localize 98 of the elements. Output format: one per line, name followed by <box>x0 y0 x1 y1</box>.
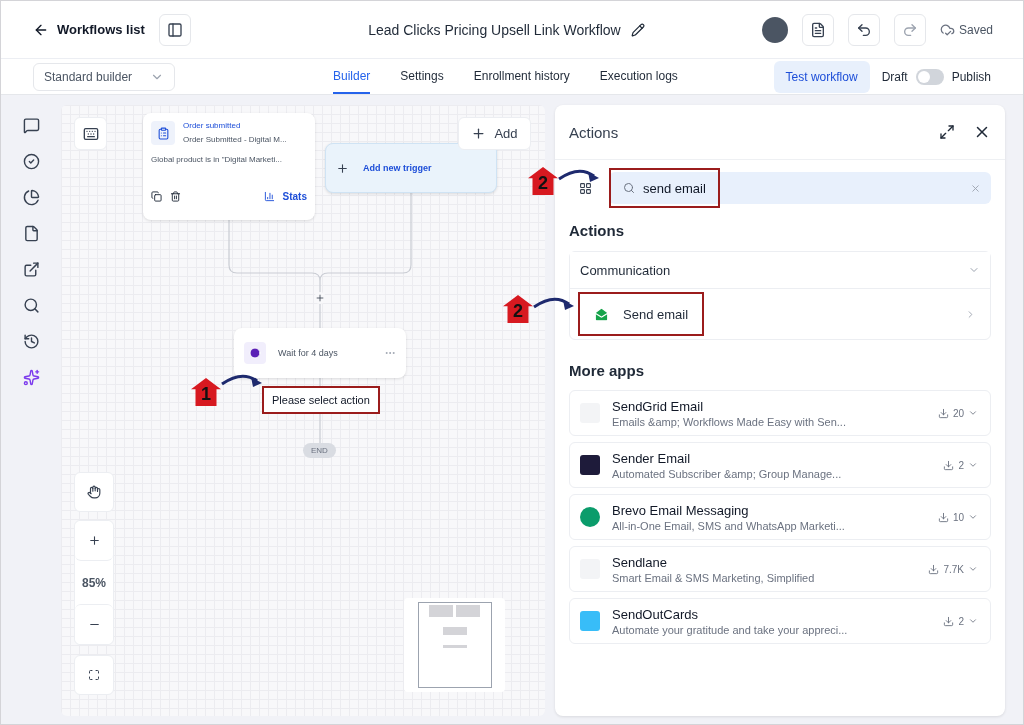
plus-icon <box>471 126 487 141</box>
app-logo <box>580 611 600 631</box>
download-icon <box>928 563 940 575</box>
app-item[interactable]: SendOutCards Automate your gratitude and take your appreci... 2 <box>569 598 991 644</box>
trigger-title: Order submitted <box>183 121 242 130</box>
hand-icon <box>87 485 101 499</box>
download-count: 2 <box>958 615 964 627</box>
app-item[interactable]: SendGrid Email Emails &amp; Workflows Made Easy with Sen... 20 <box>569 390 991 436</box>
fit-view-icon <box>88 669 100 681</box>
zoom-level: 85% <box>81 574 107 592</box>
arrow-icon <box>533 295 575 311</box>
app-description: Smart Email & SMS Marketing, Simplified <box>612 571 816 584</box>
avatar[interactable] <box>761 16 788 43</box>
wait-label: Wait for 4 days <box>278 348 338 358</box>
keyboard-icon <box>82 125 99 142</box>
download-count: 7.7K <box>943 563 964 575</box>
actions-heading: Actions <box>569 222 625 239</box>
app-description: Automated Subscriber &amp; Group Manage... <box>612 467 843 480</box>
plus-icon <box>315 293 325 303</box>
stats-link[interactable]: Stats <box>282 191 307 202</box>
search-value: send email <box>643 180 706 196</box>
add-button[interactable]: Add <box>458 117 531 150</box>
add-trigger-label: Add new trigger <box>363 163 432 173</box>
app-name: SendGrid Email <box>612 398 705 414</box>
add-trigger-card[interactable]: Add new trigger <box>325 143 497 193</box>
envelope-icon <box>594 306 609 322</box>
clock-icon <box>244 342 266 364</box>
grid-icon <box>578 181 592 195</box>
trigger-description: Global product is in "Digital Marketi... <box>151 155 283 164</box>
more-apps-heading: More apps <box>569 362 645 379</box>
download-icon <box>937 407 949 419</box>
search-icon <box>623 182 635 194</box>
builder-select[interactable]: Standard builder <box>33 62 175 91</box>
document-icon <box>809 21 826 38</box>
cloud-icon <box>939 22 955 37</box>
keyboard-button[interactable] <box>74 117 107 150</box>
pan-button[interactable] <box>74 472 114 512</box>
tab[interactable]: Builder <box>333 59 371 94</box>
download-icon <box>943 459 955 471</box>
wait-step-card[interactable]: Wait for 4 days <box>234 328 406 378</box>
document-button[interactable] <box>801 13 834 46</box>
panel-title: Actions <box>569 123 620 141</box>
check-circle-icon[interactable] <box>22 153 40 170</box>
download-icon <box>937 511 949 523</box>
plus-icon <box>336 161 349 175</box>
external-link-icon[interactable] <box>22 261 40 278</box>
app-name: Brevo Email Messaging <box>612 502 750 518</box>
draft-label: Draft <box>881 69 908 84</box>
trigger-card[interactable]: Order submitted Order Submitted - Digital M... Global product is in "Digital Marketi... Stats <box>143 113 315 220</box>
history-icon[interactable] <box>22 333 40 350</box>
download-count: 20 <box>952 407 964 419</box>
publish-toggle[interactable] <box>915 68 944 85</box>
save-status: Saved <box>958 22 993 37</box>
end-pill: END <box>303 443 336 458</box>
app-item[interactable]: Sender Email Automated Subscriber &amp; Group Manage... 2 <box>569 442 991 488</box>
app-item[interactable]: Brevo Email Messaging All-in-One Email, SMS and WhatsApp Marketi... 10 <box>569 494 991 540</box>
copy-icon[interactable] <box>151 191 162 202</box>
arrow-icon <box>221 372 263 388</box>
app-description: Automate your gratitude and take your appreci... <box>612 623 849 636</box>
select-action-node[interactable]: Please select action <box>262 386 380 414</box>
app-name: Sendlane <box>612 554 668 570</box>
sidebar-icon <box>166 21 183 38</box>
app-description: Emails &amp; Workflows Made Easy with Sen... <box>612 415 847 428</box>
trigger-subtitle: Order Submitted - Digital M... <box>183 135 287 144</box>
app-description: All-in-One Email, SMS and WhatsApp Marketi... <box>612 519 846 532</box>
send-email-action[interactable]: Send email <box>578 292 705 336</box>
undo-icon <box>855 21 872 38</box>
trash-icon[interactable] <box>170 191 181 202</box>
sidebar-toggle-button[interactable] <box>158 13 191 46</box>
download-count: 10 <box>952 511 964 523</box>
pie-chart-icon[interactable] <box>22 189 40 206</box>
app-name: SendOutCards <box>612 606 699 622</box>
tab[interactable]: Execution logs <box>599 59 678 94</box>
redo-icon <box>901 21 918 38</box>
expand-icon[interactable] <box>939 124 955 140</box>
chat-icon[interactable] <box>22 117 40 134</box>
publish-label: Publish <box>951 69 991 84</box>
edit-icon[interactable] <box>630 22 645 37</box>
app-logo <box>580 507 600 527</box>
tab[interactable]: Settings <box>400 59 444 94</box>
back-link[interactable]: Workflows list <box>33 21 145 38</box>
chart-icon <box>263 191 275 202</box>
tab[interactable]: Enrollment history <box>473 59 570 94</box>
arrow-icon <box>558 167 600 183</box>
file-icon[interactable] <box>22 225 40 242</box>
download-count: 2 <box>958 459 964 471</box>
app-logo <box>580 455 600 475</box>
app-name: Sender Email <box>612 450 692 466</box>
test-workflow-button[interactable]: Test workflow <box>773 60 870 93</box>
clipboard-icon <box>151 121 175 145</box>
undo-button[interactable] <box>847 13 880 46</box>
workflow-title: Lead Clicks Pricing Upsell Link Workflow <box>368 21 621 38</box>
zoom-in-icon <box>87 534 101 547</box>
app-item[interactable]: Sendlane Smart Email & SMS Marketing, Simplified 7.7K <box>569 546 991 592</box>
download-icon <box>943 615 955 627</box>
category-header[interactable]: Communication <box>570 252 990 289</box>
search-icon[interactable] <box>22 297 40 314</box>
sparkle-icon[interactable] <box>22 369 40 386</box>
